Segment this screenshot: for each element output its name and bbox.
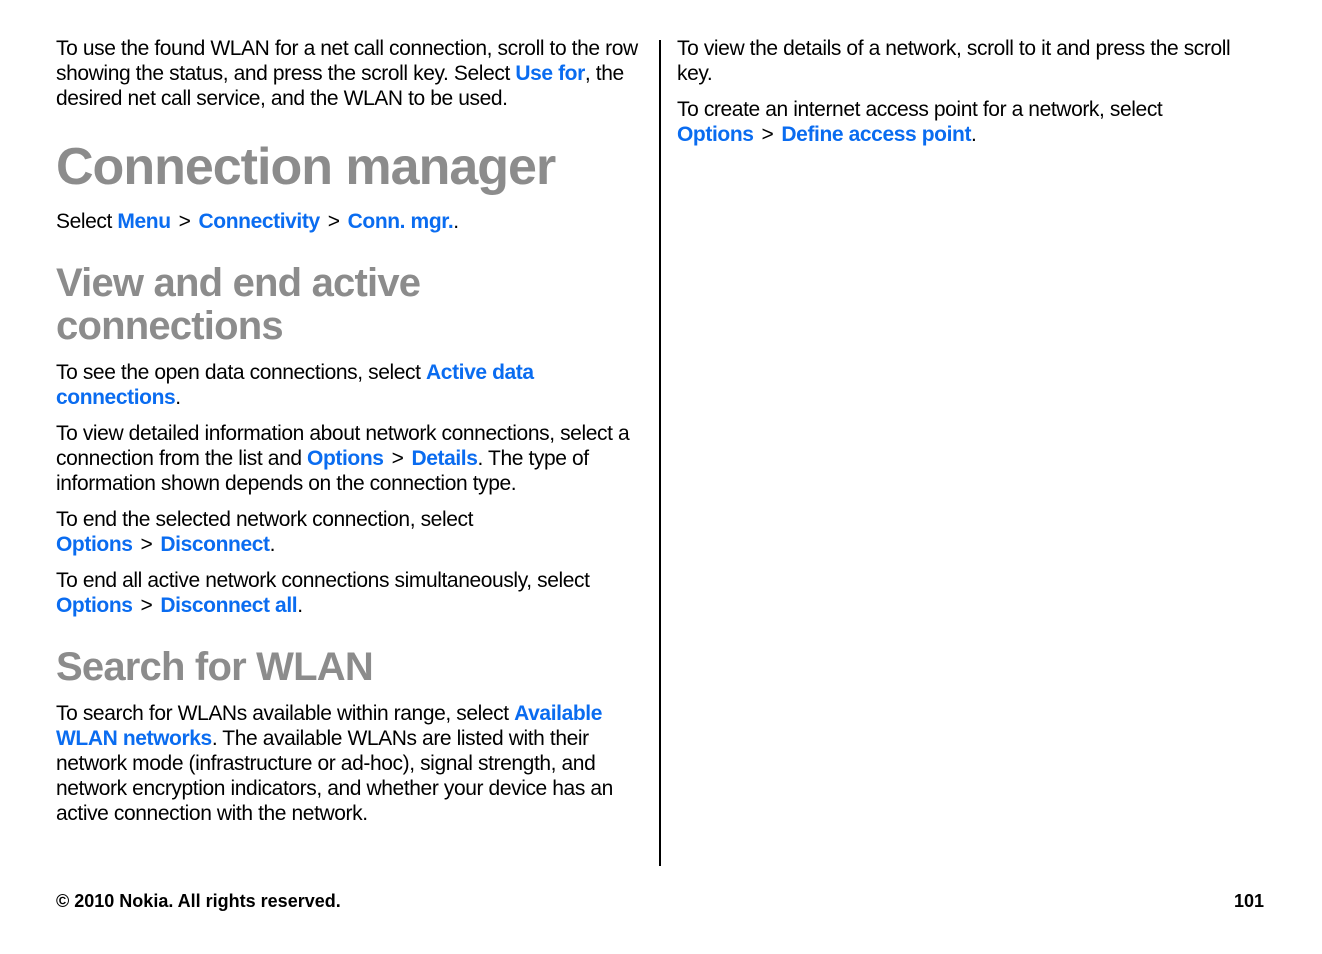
path-separator: > (140, 594, 153, 617)
disconnect-all-link[interactable]: Disconnect all (160, 594, 297, 617)
menu-link[interactable]: Menu (117, 210, 171, 233)
paragraph: To view detailed information about netwo… (56, 422, 630, 495)
intro-paragraph: To use the found WLAN for a net call con… (56, 37, 638, 110)
use-for-link[interactable]: Use for (515, 62, 585, 85)
section-heading-active-connections: View and end active connections (56, 261, 421, 348)
page-number: 101 (1233, 891, 1264, 911)
paragraph: To search for WLANs available within ran… (56, 702, 613, 825)
path-separator: > (327, 210, 340, 233)
options-link[interactable]: Options (307, 447, 384, 470)
copyright-notice: © 2010 Nokia. All rights reserved. (56, 891, 341, 911)
connectivity-link[interactable]: Connectivity (199, 210, 321, 233)
path-separator: > (761, 123, 774, 146)
disconnect-link[interactable]: Disconnect (160, 533, 270, 556)
details-link[interactable]: Details (411, 447, 477, 470)
paragraph: To view the details of a network, scroll… (677, 37, 1231, 85)
options-link[interactable]: Options (677, 123, 754, 146)
conn-mgr-link[interactable]: Conn. mgr. (348, 210, 454, 233)
column-divider (659, 40, 661, 866)
options-link[interactable]: Options (56, 594, 133, 617)
page-title: Connection manager (56, 138, 556, 196)
path-separator: > (178, 210, 191, 233)
menu-path: Select Menu > Connectivity > Conn. mgr.. (56, 210, 459, 233)
define-access-point-link[interactable]: Define access point (781, 123, 971, 146)
path-separator: > (140, 533, 153, 556)
paragraph: To create an internet access point for a… (677, 98, 1163, 146)
section-heading-search-wlan: Search for WLAN (56, 645, 374, 689)
paragraph: To end all active network connections si… (56, 569, 590, 617)
left-column: To use the found WLAN for a net call con… (56, 36, 648, 837)
paragraph: To see the open data connections, select… (56, 361, 534, 409)
path-separator: > (391, 447, 404, 470)
right-column: To view the details of a network, scroll… (677, 36, 1267, 158)
paragraph: To end the selected network connection, … (56, 508, 474, 556)
options-link[interactable]: Options (56, 533, 133, 556)
